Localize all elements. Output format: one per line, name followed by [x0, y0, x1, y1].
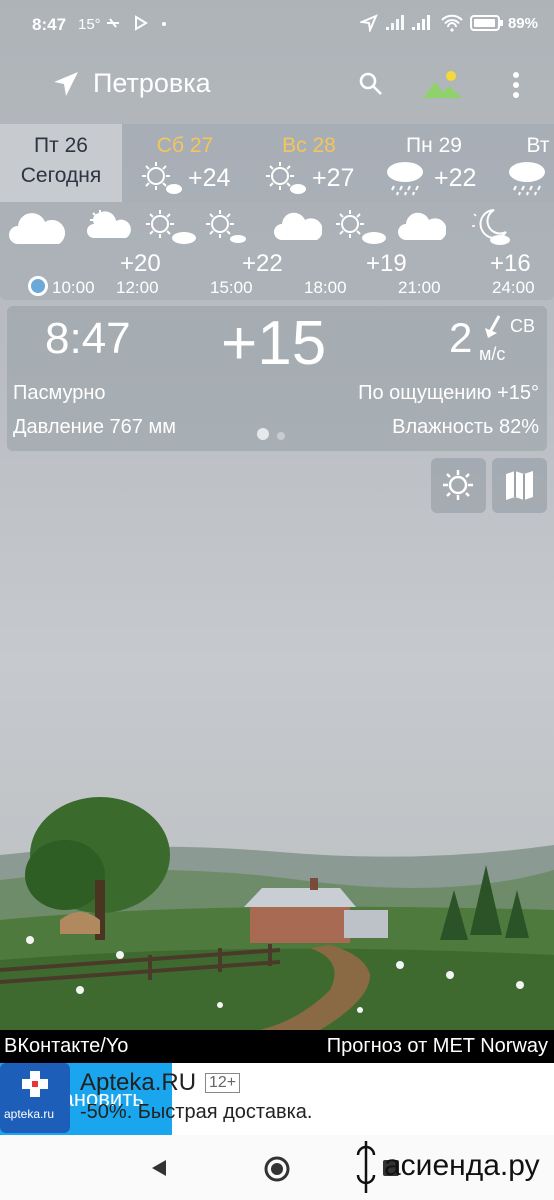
- sun-cloud-icon: [336, 210, 386, 244]
- apteka-logo-text: apteka.ru: [4, 1107, 55, 1121]
- feels-like-text: По ощущению +15°: [358, 382, 539, 404]
- humidity-text: Влажность 82%: [392, 416, 539, 438]
- battery-percent: 89%: [507, 15, 538, 32]
- cloud-icon: [9, 213, 66, 244]
- map-button[interactable]: [492, 458, 547, 513]
- photo-credit[interactable]: ВКонтакте/Yo: [4, 1035, 128, 1058]
- map-icon: [506, 471, 533, 500]
- day-name: Вс 28: [282, 134, 336, 157]
- apteka-logo[interactable]: apteka.ru: [0, 1063, 70, 1133]
- current-time: 8:47: [45, 314, 131, 363]
- city-name[interactable]: Петровка: [93, 68, 211, 99]
- credits-bar: ВКонтакте/Yo Прогноз от MET Norway: [0, 1030, 554, 1064]
- status-temp: 15°: [78, 16, 101, 33]
- wind-speed: 2: [449, 314, 473, 361]
- sun-rays-icon: [443, 470, 473, 500]
- sun-cloud-icon: [142, 162, 182, 194]
- dot-icon: [162, 22, 166, 26]
- landscape-icon[interactable]: [422, 68, 464, 100]
- forecast-credit[interactable]: Прогноз от MET Norway: [327, 1035, 548, 1058]
- day-name: Пт 26: [34, 134, 88, 157]
- day-tab-sat[interactable]: Сб 27 +24: [130, 124, 240, 202]
- ad-subtitle: -50%. Быстрая доставка.: [80, 1101, 313, 1123]
- pressure-text: Давление 767 мм: [13, 416, 176, 438]
- search-icon[interactable]: [358, 71, 384, 97]
- day-tab-sun[interactable]: Вс 28 +27: [254, 124, 364, 202]
- link-off-icon: [107, 18, 119, 28]
- more-options-icon[interactable]: [510, 70, 522, 100]
- back-icon[interactable]: [148, 1157, 170, 1179]
- wind-direction-arrow-icon: [485, 315, 501, 338]
- hourly-temp: +19: [366, 250, 407, 277]
- day-temp: +22: [434, 164, 477, 192]
- current-time-marker-icon: [28, 276, 48, 296]
- status-bar: 8:47 15° 89%: [0, 0, 554, 52]
- location-icon: [360, 14, 378, 32]
- sun-cloud-icon: [206, 210, 246, 243]
- hourly-temp: +16: [490, 250, 531, 277]
- watermark-logo-icon: [356, 1141, 376, 1193]
- current-weather-card[interactable]: 8:47 +15 2 СВ м/с Пасмурно По ощущению +…: [7, 306, 547, 451]
- current-temp: +15: [221, 309, 327, 378]
- hourly-temp: +20: [120, 250, 161, 277]
- signal-icon-1: [386, 15, 404, 30]
- hourly-hour: 10:00: [52, 278, 95, 297]
- weather-effects-button[interactable]: [431, 458, 486, 513]
- wind-direction: СВ: [510, 316, 536, 336]
- wind-unit: м/с: [479, 344, 506, 364]
- cloud-icon: [274, 212, 322, 240]
- page-indicator: [257, 427, 293, 445]
- ad-title[interactable]: Apteka.RU: [80, 1069, 196, 1097]
- hourly-forecast-strip[interactable]: +20 +22 +19 +16 10:00 12:00 15:00 18:00 …: [0, 202, 554, 300]
- rain-cloud-icon: [387, 162, 423, 196]
- day-temp: +24: [188, 164, 231, 192]
- wifi-icon: [441, 14, 463, 32]
- day-sub: Сегодня: [20, 164, 102, 187]
- hourly-temp: +22: [242, 250, 283, 277]
- daily-forecast-strip[interactable]: Пт 26 Сегодня Сб 27 +24 Вс 28 +27 Пн 29 …: [0, 124, 554, 202]
- age-rating-badge: 12+: [205, 1073, 241, 1093]
- signal-icon-2: [412, 15, 430, 30]
- medical-cross-icon: [22, 1071, 48, 1097]
- rain-cloud-icon: [509, 162, 545, 196]
- day-tab-today[interactable]: Пт 26 Сегодня: [0, 124, 122, 202]
- day-tab-tue[interactable]: Вт: [502, 124, 554, 202]
- hourly-hour: 21:00: [398, 278, 441, 297]
- sun-cloud-icon: [87, 210, 131, 238]
- sun-cloud-icon: [146, 210, 196, 244]
- system-nav-bar: асиенда.ру: [0, 1135, 554, 1200]
- watermark-text: асиенда.ру: [384, 1149, 540, 1182]
- day-name: Вт: [526, 134, 550, 157]
- ad-banner[interactable]: apteka.ru Apteka.RU 12+ -50%. Быстрая до…: [0, 1063, 554, 1135]
- hourly-hour: 15:00: [210, 278, 253, 297]
- day-tab-mon[interactable]: Пн 29 +22: [378, 124, 490, 202]
- home-icon[interactable]: [263, 1155, 291, 1183]
- landscape-illustration: [0, 797, 554, 1030]
- moon-cloud-icon: [472, 209, 510, 245]
- day-temp: +27: [312, 164, 355, 192]
- hourly-hour: 12:00: [116, 278, 159, 297]
- hourly-hour: 24:00: [492, 278, 535, 297]
- hourly-hour: 18:00: [304, 278, 347, 297]
- navigation-arrow-icon[interactable]: [52, 70, 80, 98]
- play-icon: [135, 15, 148, 31]
- day-name: Сб 27: [156, 134, 214, 157]
- sun-cloud-icon: [266, 162, 306, 194]
- status-time: 8:47: [32, 15, 67, 34]
- condition-text: Пасмурно: [13, 382, 106, 404]
- battery-icon: [470, 15, 503, 31]
- cloud-icon: [398, 212, 446, 240]
- day-name: Пн 29: [406, 134, 462, 157]
